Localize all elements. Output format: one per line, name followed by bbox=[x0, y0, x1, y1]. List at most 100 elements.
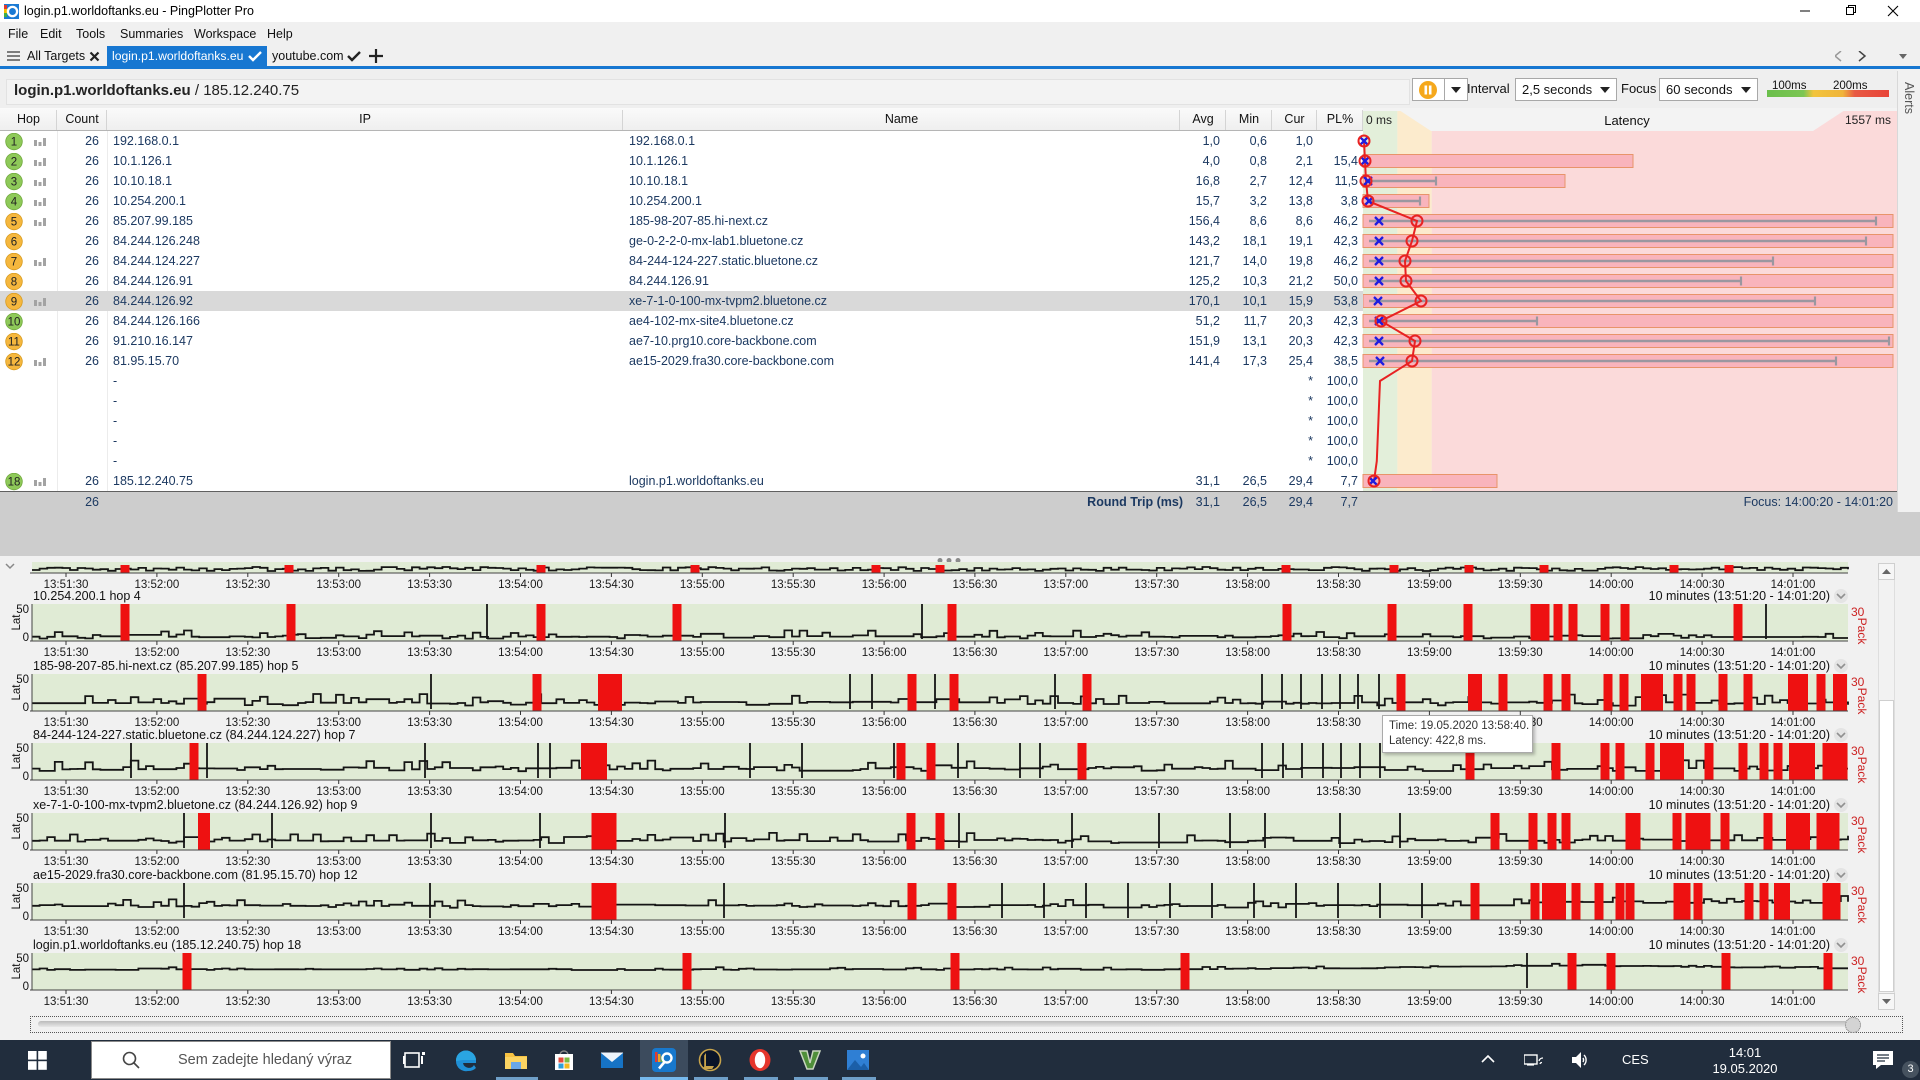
svg-text:13:59:00: 13:59:00 bbox=[1407, 579, 1452, 591]
svg-text:13:52:00: 13:52:00 bbox=[135, 579, 180, 591]
svg-text:10 minutes (13:51:20 - 14:01:2: 10 minutes (13:51:20 - 14:01:20) bbox=[1649, 728, 1830, 742]
svg-text:13:52:00: 13:52:00 bbox=[135, 996, 180, 1008]
svg-text:13:57:00: 13:57:00 bbox=[1043, 856, 1088, 868]
svg-text:13:55:30: 13:55:30 bbox=[771, 856, 816, 868]
svg-text:Pack: Pack bbox=[1855, 688, 1869, 716]
svg-text:0: 0 bbox=[23, 841, 29, 853]
svg-text:13:51:30: 13:51:30 bbox=[44, 786, 89, 798]
svg-text:13:53:00: 13:53:00 bbox=[316, 996, 361, 1008]
svg-text:13:58:30: 13:58:30 bbox=[1316, 786, 1361, 798]
svg-text:13:58:00: 13:58:00 bbox=[1225, 996, 1270, 1008]
svg-text:13:54:30: 13:54:30 bbox=[589, 786, 634, 798]
svg-text:13:54:30: 13:54:30 bbox=[589, 647, 634, 659]
svg-text:0: 0 bbox=[23, 702, 29, 714]
svg-text:13:55:30: 13:55:30 bbox=[771, 926, 816, 938]
svg-text:50: 50 bbox=[16, 953, 29, 965]
svg-text:14:00:00: 14:00:00 bbox=[1589, 996, 1634, 1008]
svg-text:13:51:30: 13:51:30 bbox=[44, 647, 89, 659]
svg-text:13:52:30: 13:52:30 bbox=[225, 926, 270, 938]
svg-text:Pack: Pack bbox=[1855, 897, 1869, 925]
svg-text:13:51:30: 13:51:30 bbox=[44, 996, 89, 1008]
svg-text:13:53:00: 13:53:00 bbox=[316, 926, 361, 938]
svg-text:14:00:30: 14:00:30 bbox=[1680, 856, 1725, 868]
svg-text:13:58:30: 13:58:30 bbox=[1316, 996, 1361, 1008]
svg-text:13:54:30: 13:54:30 bbox=[589, 856, 634, 868]
svg-text:13:52:30: 13:52:30 bbox=[225, 786, 270, 798]
svg-text:13:55:30: 13:55:30 bbox=[771, 996, 816, 1008]
svg-text:13:59:30: 13:59:30 bbox=[1498, 647, 1543, 659]
svg-text:14:00:00: 14:00:00 bbox=[1589, 647, 1634, 659]
svg-text:10.254.200.1 hop 4: 10.254.200.1 hop 4 bbox=[33, 589, 141, 603]
svg-text:14:00:00: 14:00:00 bbox=[1589, 579, 1634, 591]
svg-text:13:56:00: 13:56:00 bbox=[862, 856, 907, 868]
svg-text:50: 50 bbox=[16, 883, 29, 895]
svg-text:10 minutes (13:51:20 - 14:01:2: 10 minutes (13:51:20 - 14:01:20) bbox=[1649, 868, 1830, 882]
svg-text:14:00:30: 14:00:30 bbox=[1680, 996, 1725, 1008]
svg-text:13:54:00: 13:54:00 bbox=[498, 579, 543, 591]
svg-text:13:55:00: 13:55:00 bbox=[680, 717, 725, 729]
svg-text:13:53:00: 13:53:00 bbox=[316, 579, 361, 591]
svg-text:13:54:00: 13:54:00 bbox=[498, 647, 543, 659]
svg-text:13:55:00: 13:55:00 bbox=[680, 856, 725, 868]
svg-text:13:52:00: 13:52:00 bbox=[135, 856, 180, 868]
svg-text:0: 0 bbox=[23, 771, 29, 783]
svg-text:13:55:00: 13:55:00 bbox=[680, 786, 725, 798]
svg-text:13:57:00: 13:57:00 bbox=[1043, 647, 1088, 659]
svg-text:84-244-124-227.static.bluetone: 84-244-124-227.static.bluetone.cz (84.24… bbox=[33, 728, 356, 742]
svg-text:13:58:30: 13:58:30 bbox=[1316, 579, 1361, 591]
svg-text:13:56:30: 13:56:30 bbox=[953, 996, 998, 1008]
svg-text:13:57:00: 13:57:00 bbox=[1043, 786, 1088, 798]
svg-text:Pack: Pack bbox=[1855, 757, 1869, 785]
svg-text:10 minutes (13:51:20 - 14:01:2: 10 minutes (13:51:20 - 14:01:20) bbox=[1649, 798, 1830, 812]
svg-text:0: 0 bbox=[23, 632, 29, 644]
svg-text:13:53:30: 13:53:30 bbox=[407, 717, 452, 729]
svg-text:13:56:30: 13:56:30 bbox=[953, 786, 998, 798]
svg-text:13:52:00: 13:52:00 bbox=[135, 926, 180, 938]
svg-text:13:53:00: 13:53:00 bbox=[316, 647, 361, 659]
svg-text:13:55:00: 13:55:00 bbox=[680, 996, 725, 1008]
svg-text:13:57:00: 13:57:00 bbox=[1043, 717, 1088, 729]
svg-text:50: 50 bbox=[16, 743, 29, 755]
svg-text:13:56:00: 13:56:00 bbox=[862, 579, 907, 591]
svg-text:13:56:30: 13:56:30 bbox=[953, 647, 998, 659]
svg-text:14:01:00: 14:01:00 bbox=[1771, 786, 1816, 798]
svg-text:13:53:30: 13:53:30 bbox=[407, 647, 452, 659]
svg-text:10 minutes (13:51:20 - 14:01:2: 10 minutes (13:51:20 - 14:01:20) bbox=[1649, 659, 1830, 673]
svg-text:Pack: Pack bbox=[1855, 967, 1869, 995]
svg-text:13:57:30: 13:57:30 bbox=[1134, 996, 1179, 1008]
svg-text:13:53:30: 13:53:30 bbox=[407, 856, 452, 868]
svg-text:13:58:00: 13:58:00 bbox=[1225, 717, 1270, 729]
svg-text:13:58:00: 13:58:00 bbox=[1225, 856, 1270, 868]
svg-text:14:01:00: 14:01:00 bbox=[1771, 926, 1816, 938]
svg-text:13:53:30: 13:53:30 bbox=[407, 996, 452, 1008]
svg-text:13:51:30: 13:51:30 bbox=[44, 926, 89, 938]
svg-text:13:53:00: 13:53:00 bbox=[316, 856, 361, 868]
svg-text:14:01:00: 14:01:00 bbox=[1771, 856, 1816, 868]
svg-text:14:01:00: 14:01:00 bbox=[1771, 996, 1816, 1008]
svg-text:0: 0 bbox=[23, 911, 29, 923]
svg-text:13:56:00: 13:56:00 bbox=[862, 996, 907, 1008]
svg-text:13:59:00: 13:59:00 bbox=[1407, 996, 1452, 1008]
svg-text:13:56:00: 13:56:00 bbox=[862, 717, 907, 729]
svg-text:13:58:30: 13:58:30 bbox=[1316, 926, 1361, 938]
svg-text:13:59:00: 13:59:00 bbox=[1407, 926, 1452, 938]
svg-text:xe-7-1-0-100-mx-tvpm2.bluetone: xe-7-1-0-100-mx-tvpm2.bluetone.cz (84.24… bbox=[33, 798, 358, 812]
svg-text:50: 50 bbox=[16, 674, 29, 686]
svg-text:13:58:30: 13:58:30 bbox=[1316, 717, 1361, 729]
svg-text:13:59:00: 13:59:00 bbox=[1407, 786, 1452, 798]
svg-text:13:53:30: 13:53:30 bbox=[407, 786, 452, 798]
svg-text:13:57:00: 13:57:00 bbox=[1043, 579, 1088, 591]
svg-text:Lat: Lat bbox=[11, 684, 23, 701]
svg-text:13:52:00: 13:52:00 bbox=[135, 647, 180, 659]
svg-text:13:56:30: 13:56:30 bbox=[953, 717, 998, 729]
svg-text:0: 0 bbox=[23, 981, 29, 993]
svg-text:Lat: Lat bbox=[11, 614, 23, 631]
svg-text:13:59:30: 13:59:30 bbox=[1498, 856, 1543, 868]
svg-text:ae15-2029.fra30.core-backbone.: ae15-2029.fra30.core-backbone.com (81.95… bbox=[33, 868, 358, 882]
svg-text:13:53:30: 13:53:30 bbox=[407, 926, 452, 938]
svg-text:13:54:30: 13:54:30 bbox=[589, 996, 634, 1008]
svg-text:Lat: Lat bbox=[11, 753, 23, 770]
svg-text:13:56:30: 13:56:30 bbox=[953, 926, 998, 938]
svg-text:Pack: Pack bbox=[1855, 827, 1869, 855]
svg-text:13:59:30: 13:59:30 bbox=[1498, 996, 1543, 1008]
